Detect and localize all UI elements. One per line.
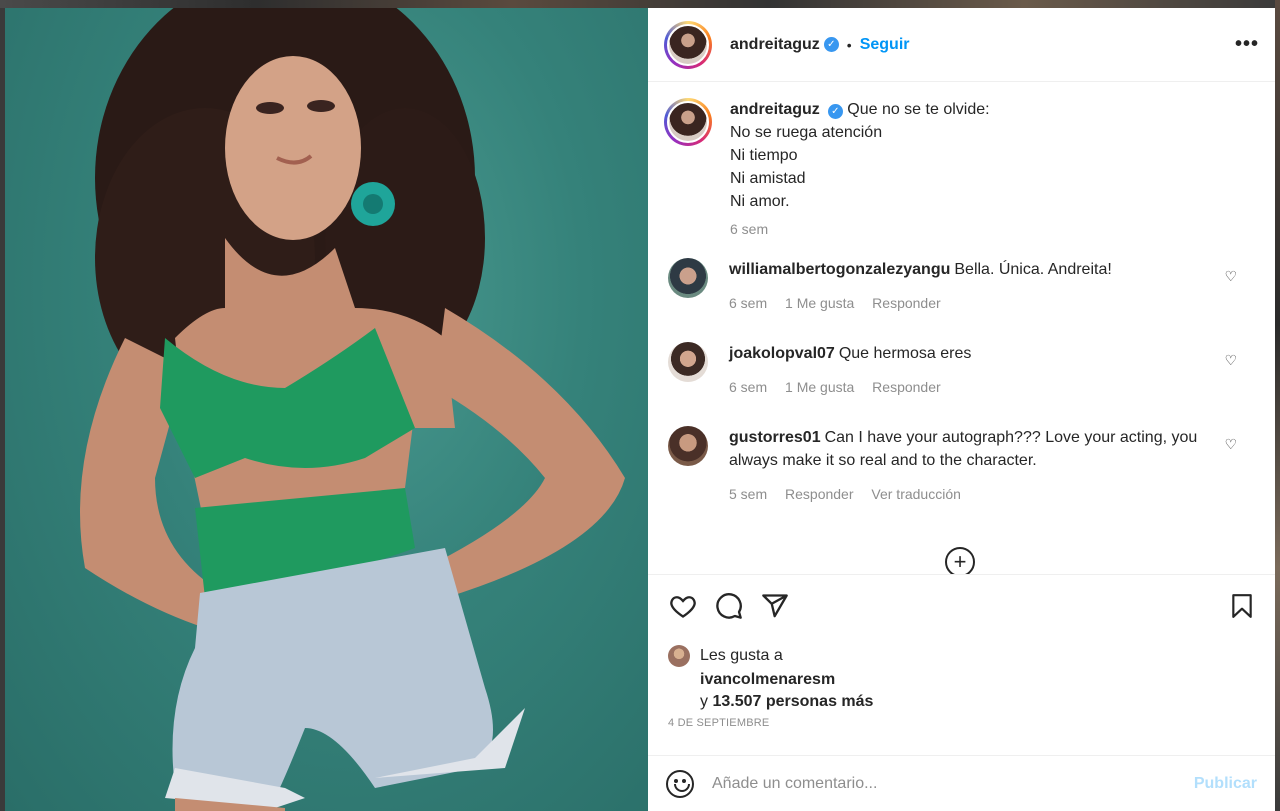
comment-icon[interactable] — [714, 592, 744, 620]
comment-username[interactable]: williamalbertogonzalezyangu — [729, 261, 950, 278]
author-username[interactable]: andreitaguz — [730, 36, 820, 54]
post-header: andreitaguz ✓ • Seguir ••• — [648, 8, 1275, 82]
reply-button[interactable]: Responder — [872, 379, 941, 395]
heart-icon[interactable]: ♡ — [1224, 352, 1237, 369]
comment-composer: Publicar — [648, 755, 1275, 811]
post-date[interactable]: 4 DE SEPTIEMBRE — [668, 717, 1255, 729]
comment-time[interactable]: 6 sem — [729, 295, 767, 311]
comment-item: gustorres01 Can I have your autograph??? … — [664, 426, 1259, 536]
author-avatar[interactable] — [664, 20, 712, 69]
post-actions — [648, 574, 1275, 637]
background-edge — [1275, 0, 1280, 811]
comment-likes[interactable]: 1 Me gusta — [785, 379, 854, 395]
liker-username[interactable]: ivancolmenaresm — [700, 671, 1255, 689]
plus-circle-icon[interactable]: + — [945, 547, 975, 574]
heart-icon[interactable]: ♡ — [1224, 436, 1237, 453]
caption-time[interactable]: 6 sem — [730, 221, 768, 237]
caption-body: No se ruega atención Ni tiempo Ni amista… — [730, 121, 1219, 213]
reply-button[interactable]: Responder — [872, 295, 941, 311]
likes-section: Les gusta a ivancolmenaresm y 13.507 per… — [648, 645, 1275, 765]
verified-badge-icon: ✓ — [823, 37, 839, 52]
caption-line: Ni tiempo — [730, 147, 798, 164]
commenter-avatar[interactable] — [668, 342, 708, 382]
comment-likes[interactable]: 1 Me gusta — [785, 295, 854, 311]
post-panel: andreitaguz ✓ • Seguir ••• andreitaguz ✓ … — [648, 8, 1275, 811]
more-options-icon[interactable]: ••• — [1235, 33, 1259, 56]
separator-dot: • — [846, 36, 852, 53]
caption-first-line: Que no se te olvide: — [847, 101, 990, 118]
verified-badge-icon: ✓ — [827, 104, 843, 119]
reply-button[interactable]: Responder — [785, 486, 854, 502]
caption-line: Ni amor. — [730, 193, 790, 210]
likes-and: y — [700, 693, 708, 710]
comment-input[interactable] — [712, 774, 1194, 793]
caption-avatar[interactable] — [664, 98, 712, 146]
comment-time[interactable]: 5 sem — [729, 486, 767, 502]
see-translation-button[interactable]: Ver traducción — [871, 486, 961, 502]
share-icon[interactable] — [760, 592, 790, 620]
bookmark-icon[interactable] — [1229, 592, 1255, 620]
comment-item: joakolopval07 Que hermosa eres 6 sem 1 Me… — [664, 342, 1259, 426]
likes-count[interactable]: 13.507 personas más — [712, 693, 873, 710]
comment-text: Bella. Única. Andreita! — [954, 261, 1112, 278]
heart-icon[interactable] — [668, 592, 698, 620]
follow-button[interactable]: Seguir — [860, 36, 910, 54]
emoji-icon[interactable] — [666, 769, 694, 798]
commenter-avatar[interactable] — [668, 258, 708, 298]
comment-item: williamalbertogonzalezyangu Bella. Única.… — [664, 258, 1259, 342]
caption-line: No se ruega atención — [730, 124, 883, 141]
background-strip — [0, 0, 1280, 8]
comments-list[interactable]: andreitaguz ✓ Que no se te olvide: No se … — [648, 82, 1275, 574]
caption-line: Ni amistad — [730, 170, 806, 187]
likes-prefix: Les gusta a — [700, 647, 783, 664]
caption-username[interactable]: andreitaguz — [730, 101, 820, 118]
woman-illustration — [80, 8, 625, 811]
publish-button[interactable]: Publicar — [1194, 775, 1257, 793]
comment-time[interactable]: 6 sem — [729, 379, 767, 395]
post-photo — [5, 8, 648, 811]
comment-username[interactable]: joakolopval07 — [729, 345, 835, 362]
heart-icon[interactable]: ♡ — [1224, 268, 1237, 285]
caption: andreitaguz ✓ Que no se te olvide: No se … — [664, 98, 1259, 258]
comment-text: Que hermosa eres — [838, 345, 972, 362]
commenter-avatar[interactable] — [668, 426, 708, 466]
comment-username[interactable]: gustorres01 — [729, 429, 821, 446]
liker-avatar[interactable] — [668, 645, 690, 667]
